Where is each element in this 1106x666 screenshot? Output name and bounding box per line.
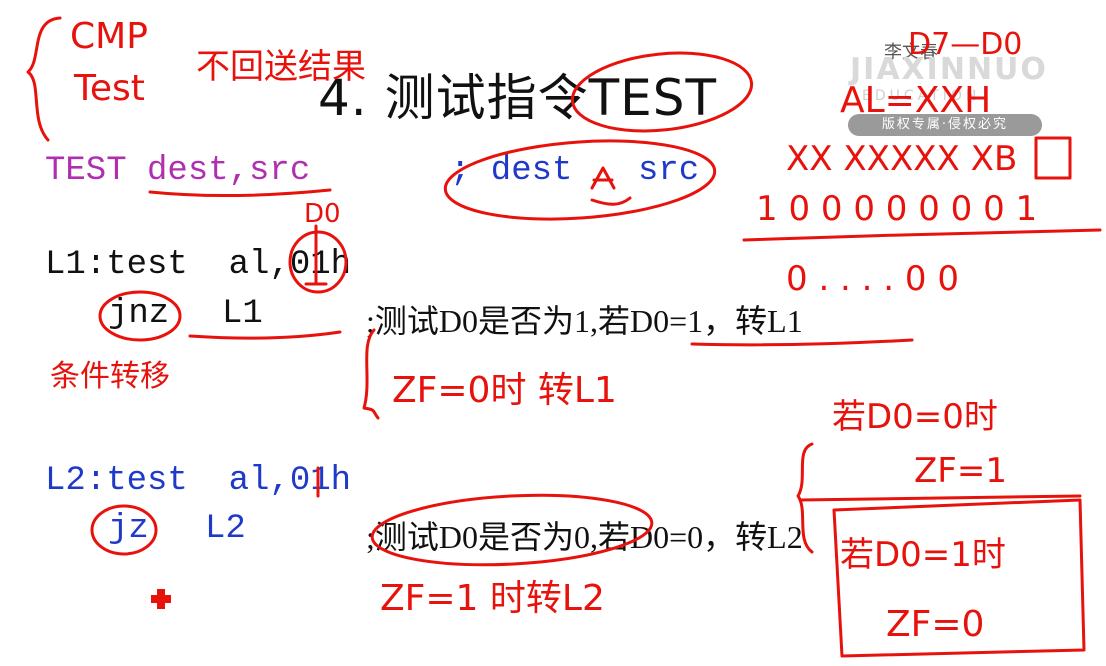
line-right: [742, 228, 1102, 242]
note-case2-zf: ZF=0: [886, 604, 984, 645]
code-line-l2-test: L2:test al,01h: [45, 462, 352, 500]
note-d0: D0: [304, 199, 341, 229]
comment-jnz: ;测试D0是否为1,若D0=1，转L1: [366, 303, 803, 339]
test-syntax: TEST dest,src: [45, 152, 311, 190]
note-bits3: 0 . . . . 0 0: [786, 259, 959, 299]
note-conditional-jump: 条件转移: [50, 359, 170, 394]
laser-pointer-icon: [151, 589, 171, 609]
note-case1-zf: ZF=1: [914, 451, 1007, 491]
slide: 4. 测试指令TEST TEST dest,src ; dest src L1:…: [0, 0, 1106, 666]
note-case2-cond: 若D0=1时: [840, 535, 1006, 575]
code-line-jz: jz: [108, 510, 149, 548]
note-cmp: CMP: [70, 16, 148, 57]
box-bit: [1034, 136, 1072, 180]
note-bits1: XX XXXXX XB: [786, 139, 1017, 179]
note-case1-cond: 若D0=0时: [832, 397, 998, 437]
slide-title: 4. 测试指令TEST: [318, 69, 718, 127]
note-zf1-jump: ZF=1 时转L2: [380, 578, 605, 619]
comment-jz: ;测试D0是否为0,若D0=0，转L2: [366, 519, 803, 555]
test-syntax-comment: ; dest: [450, 152, 573, 190]
box-right: [832, 498, 1086, 658]
note-test: Test: [73, 68, 145, 109]
underline-dest: [148, 188, 332, 198]
note-bits2: 1 0 0 0 0 0 0 0 1: [756, 189, 1037, 229]
and-symbol: [590, 166, 616, 190]
note-zf0-jump: ZF=0时 转L1: [392, 370, 617, 411]
test-syntax-comment-tail: src: [638, 152, 700, 190]
code-line-l1-test: L1:test al,01h: [45, 246, 352, 284]
brace-mid: [362, 328, 380, 420]
watermark-sub: EDUCATION: [862, 88, 981, 104]
code-line-jnz: jnz: [108, 295, 170, 333]
code-line-jnz-label: L1: [222, 295, 263, 333]
brace-top-left: [26, 16, 62, 142]
code-line-jz-label: L2: [205, 510, 246, 548]
watermark-badge: 版权专属·侵权必究: [848, 114, 1042, 136]
watermark-brand: JIAXINNUO: [850, 52, 1048, 87]
